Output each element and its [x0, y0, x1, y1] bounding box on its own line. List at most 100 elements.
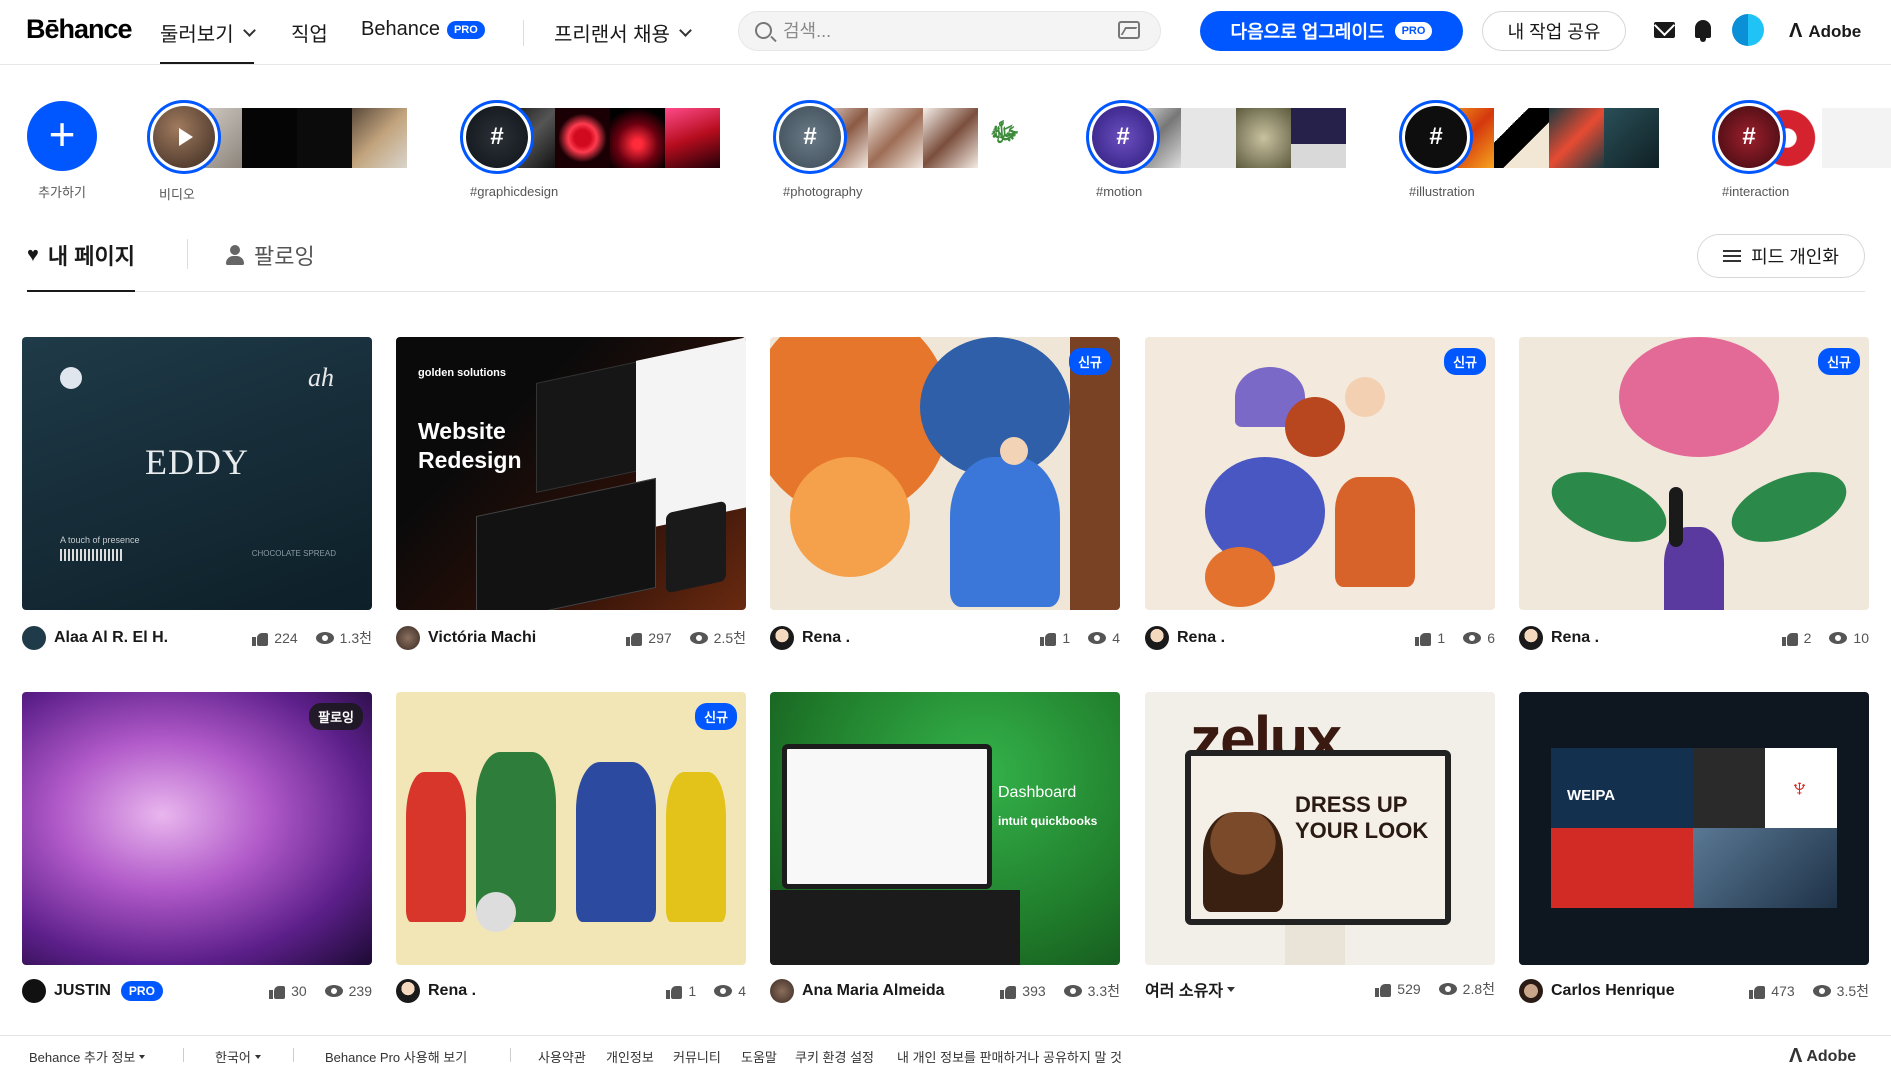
- mail-icon[interactable]: [1654, 22, 1675, 38]
- hashtag-icon: #: [466, 106, 528, 168]
- project-thumbnail[interactable]: WEIPA ♆: [1519, 692, 1869, 965]
- project-card[interactable]: WEIPA ♆ Carlos Henrique 473 3.5천: [1519, 692, 1869, 1003]
- footer-terms[interactable]: 사용약관: [538, 1047, 586, 1066]
- tab-my-page[interactable]: ♥ 내 페이지: [27, 239, 135, 292]
- story-label: #interaction: [1722, 184, 1790, 199]
- nav-explore-label: 둘러보기: [160, 24, 234, 46]
- owner-name[interactable]: Rena .: [802, 629, 850, 647]
- art-shape: [1205, 547, 1275, 607]
- avatar[interactable]: [770, 979, 794, 1003]
- project-thumbnail[interactable]: 신규: [396, 692, 746, 965]
- project-thumbnail[interactable]: 신규: [770, 337, 1120, 610]
- project-card[interactable]: 신규 Rena . 1 4: [396, 692, 746, 1003]
- behance-logo[interactable]: Bēhance: [26, 14, 133, 45]
- project-thumbnail[interactable]: Dashboard intuit quickbooks: [770, 692, 1120, 965]
- footer-help[interactable]: 도움말: [741, 1047, 777, 1066]
- owner-name[interactable]: Victória Machi: [428, 629, 536, 647]
- avatar[interactable]: [396, 626, 420, 650]
- add-story-button[interactable]: +: [27, 101, 97, 171]
- following-badge: 팔로잉: [309, 703, 363, 730]
- footer-more-info[interactable]: Behance 추가 정보: [29, 1047, 146, 1066]
- owner-name[interactable]: Carlos Henrique: [1551, 982, 1675, 1000]
- like-count: 1: [688, 983, 697, 999]
- nav-hire-freelancers[interactable]: 프리랜서 채용: [554, 18, 692, 47]
- footer-community[interactable]: 커뮤니티: [673, 1047, 721, 1066]
- project-card[interactable]: Dashboard intuit quickbooks Ana Maria Al…: [770, 692, 1120, 1003]
- avatar[interactable]: [770, 626, 794, 650]
- owner-name[interactable]: JUSTIN: [54, 982, 111, 1000]
- moon-icon: [60, 367, 82, 389]
- share-work-button[interactable]: 내 작업 공유: [1482, 11, 1626, 51]
- avatar[interactable]: [1732, 14, 1764, 46]
- like-icon: [1375, 982, 1392, 997]
- footer-do-not-sell[interactable]: 내 개인 정보를 판매하거나 공유하지 말 것: [897, 1047, 1122, 1066]
- owner-name: 여러 소유자: [1145, 983, 1224, 1000]
- footer: Behance 추가 정보 한국어 Behance Pro 사용해 보기 사용약…: [0, 1035, 1891, 1067]
- project-thumbnail[interactable]: zelux DRESS UP YOUR LOOK: [1145, 692, 1495, 965]
- project-card[interactable]: zelux DRESS UP YOUR LOOK 여러 소유자 529 2.8천: [1145, 692, 1495, 1000]
- laptop-screen: [782, 744, 992, 889]
- story-circle: [147, 100, 221, 174]
- project-stats: 2 10: [1781, 630, 1869, 646]
- avatar[interactable]: [1519, 979, 1543, 1003]
- project-thumbnail[interactable]: 신규: [1145, 337, 1495, 610]
- project-card[interactable]: 팔로잉 JUSTIN PRO 30 239: [22, 692, 372, 1003]
- project-card[interactable]: ah EDDY A touch of presence CHOCOLATE SP…: [22, 337, 372, 650]
- owner-name[interactable]: Rena .: [428, 982, 476, 1000]
- story-circle: #: [1399, 100, 1473, 174]
- footer-language[interactable]: 한국어: [215, 1047, 261, 1066]
- avatar[interactable]: [1519, 626, 1543, 650]
- art-dog: [476, 892, 516, 932]
- multiple-owners-dropdown[interactable]: 여러 소유자: [1145, 977, 1236, 1001]
- nav-jobs[interactable]: 직업: [291, 18, 328, 47]
- eye-icon: [315, 632, 334, 644]
- like-count: 224: [274, 630, 298, 646]
- project-card[interactable]: 신규 Rena . 2 10: [1519, 337, 1869, 650]
- project-card[interactable]: 신규 Rena . 1 6: [1145, 337, 1495, 650]
- search-input[interactable]: [783, 19, 1083, 43]
- project-thumbnail[interactable]: 신규: [1519, 337, 1869, 610]
- owner-name[interactable]: Rena .: [1551, 629, 1599, 647]
- adobe-logo-icon: Λ: [1789, 1045, 1803, 1067]
- upgrade-button[interactable]: 다음으로 업그레이드 PRO: [1200, 11, 1463, 51]
- heart-icon: ♥: [27, 243, 39, 266]
- tab-following[interactable]: 팔로잉: [225, 239, 315, 271]
- avatar[interactable]: [22, 626, 46, 650]
- footer-cookie[interactable]: 쿠키 환경 설정: [795, 1047, 874, 1066]
- avatar[interactable]: [396, 979, 420, 1003]
- avatar[interactable]: [22, 979, 46, 1003]
- project-meta: Rena . 2 10: [1519, 625, 1869, 651]
- nav-explore[interactable]: 둘러보기: [160, 18, 256, 64]
- feed-tabs: ♥ 내 페이지 팔로잉 피드 개인화: [27, 225, 1865, 292]
- project-thumbnail[interactable]: golden solutions Website Redesign: [396, 337, 746, 610]
- owner-name[interactable]: Alaa Al R. El H.: [54, 629, 168, 647]
- project-card[interactable]: 신규 Rena . 1 4: [770, 337, 1120, 650]
- view-count: 6: [1487, 630, 1495, 646]
- adobe-link[interactable]: Λ Adobe: [1789, 20, 1861, 43]
- project-meta: 여러 소유자 529 2.8천: [1145, 976, 1495, 1002]
- art-shape: [790, 457, 910, 577]
- hashtag-icon: #: [1092, 106, 1154, 168]
- image-search-icon[interactable]: [1118, 21, 1140, 39]
- personalize-feed-button[interactable]: 피드 개인화: [1697, 234, 1865, 278]
- owner-name[interactable]: Rena .: [1177, 629, 1225, 647]
- nav-behance-pro[interactable]: Behance PRO: [361, 18, 485, 41]
- art-figure: [666, 772, 726, 922]
- laptop-base: [770, 890, 1020, 965]
- footer-adobe[interactable]: Λ Adobe: [1789, 1045, 1856, 1067]
- footer-pro-link[interactable]: Behance Pro 사용해 보기: [325, 1047, 467, 1066]
- like-icon: [1415, 631, 1432, 646]
- bell-icon[interactable]: [1695, 20, 1711, 42]
- like-count: 1: [1062, 630, 1071, 646]
- avatar[interactable]: [1145, 626, 1169, 650]
- owner-name[interactable]: Ana Maria Almeida: [802, 982, 945, 1000]
- project-thumbnail[interactable]: ah EDDY A touch of presence CHOCOLATE SP…: [22, 337, 372, 610]
- barcode-icon: [60, 549, 124, 561]
- project-card[interactable]: golden solutions Website Redesign Victór…: [396, 337, 746, 650]
- eye-icon: [1463, 632, 1482, 644]
- tab-following-label: 팔로잉: [254, 244, 315, 269]
- project-thumbnail[interactable]: 팔로잉: [22, 692, 372, 965]
- thumb-brand: intuit quickbooks: [998, 814, 1098, 828]
- screen-mockup: [476, 477, 656, 610]
- footer-privacy[interactable]: 개인정보: [606, 1047, 654, 1066]
